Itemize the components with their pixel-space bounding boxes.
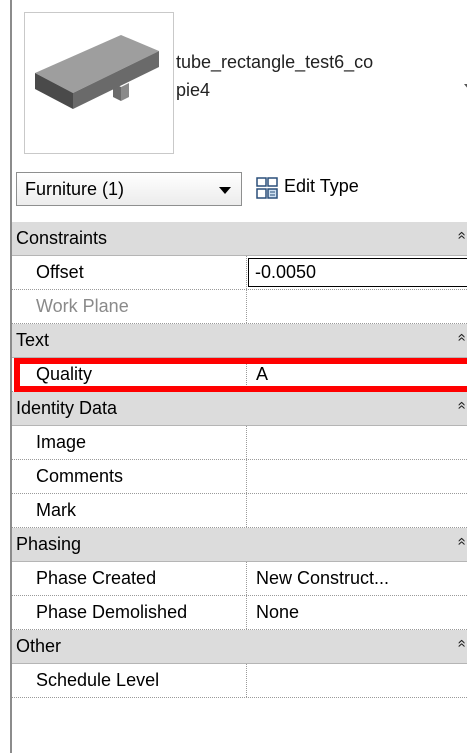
- group-text[interactable]: Text »: [12, 324, 467, 358]
- instance-filter-row: Furniture (1) Edit Type: [12, 166, 467, 212]
- category-filter-dropdown[interactable]: Furniture (1): [16, 172, 242, 206]
- column-divider: [246, 562, 247, 595]
- property-row-image[interactable]: Image: [12, 426, 467, 460]
- collapse-icon[interactable]: »: [452, 639, 467, 647]
- group-phasing[interactable]: Phasing »: [12, 528, 467, 562]
- properties-palette: tube_rectangle_test6_co pie4 Furniture (…: [10, 0, 467, 753]
- chevron-down-icon: [219, 187, 231, 194]
- collapse-icon[interactable]: »: [452, 333, 467, 341]
- property-row-phase-created[interactable]: Phase Created New Construct...: [12, 562, 467, 596]
- property-row-quality[interactable]: Quality A: [12, 358, 467, 392]
- property-name: Schedule Level: [36, 670, 160, 690]
- property-value[interactable]: A: [256, 364, 268, 385]
- column-divider: [246, 358, 247, 391]
- family-type-name: tube_rectangle_test6_co pie4: [176, 48, 373, 104]
- column-divider: [246, 256, 247, 289]
- column-divider: [246, 290, 247, 323]
- property-name: Work Plane: [36, 296, 129, 316]
- property-row-offset[interactable]: Offset -0.0050: [12, 256, 467, 290]
- property-value[interactable]: New Construct...: [256, 568, 389, 589]
- property-name: Mark: [36, 500, 76, 520]
- type-selector[interactable]: tube_rectangle_test6_co pie4: [12, 0, 467, 160]
- column-divider: [246, 460, 247, 493]
- property-row-comments[interactable]: Comments: [12, 460, 467, 494]
- property-name: Offset: [36, 262, 84, 282]
- group-other[interactable]: Other »: [12, 630, 467, 664]
- furniture-preview-icon: [35, 35, 159, 109]
- property-grid: Constraints » Offset -0.0050 Work Plane …: [12, 222, 467, 698]
- family-preview-thumbnail: [24, 12, 174, 154]
- property-name: Phase Demolished: [36, 602, 188, 622]
- column-divider: [246, 596, 247, 629]
- group-identity-data[interactable]: Identity Data »: [12, 392, 467, 426]
- category-filter-label: Furniture (1): [25, 179, 125, 199]
- group-label: Phasing: [16, 534, 82, 554]
- offset-value-input[interactable]: -0.0050: [248, 258, 467, 287]
- group-constraints[interactable]: Constraints »: [12, 222, 467, 256]
- column-divider: [246, 664, 247, 697]
- column-divider: [246, 426, 247, 459]
- collapse-icon[interactable]: »: [452, 231, 467, 239]
- property-name: Phase Created: [36, 568, 157, 588]
- offset-value: -0.0050: [255, 262, 317, 282]
- group-label: Constraints: [16, 228, 108, 248]
- group-label: Text: [16, 330, 50, 350]
- property-name: Quality: [36, 364, 93, 384]
- group-label: Identity Data: [16, 398, 118, 418]
- property-name: Comments: [36, 466, 124, 486]
- family-type-name-line2: pie4: [176, 80, 211, 100]
- property-row-work-plane[interactable]: Work Plane: [12, 290, 467, 324]
- edit-type-icon: [256, 177, 278, 199]
- collapse-icon[interactable]: »: [452, 537, 467, 545]
- property-row-phase-demolished[interactable]: Phase Demolished None: [12, 596, 467, 630]
- edit-type-label: Edit Type: [284, 176, 359, 196]
- property-name: Image: [36, 432, 87, 452]
- property-row-schedule-level[interactable]: Schedule Level: [12, 664, 467, 698]
- group-label: Other: [16, 636, 62, 656]
- property-value[interactable]: None: [256, 602, 299, 623]
- column-divider: [246, 494, 247, 527]
- family-type-name-line1: tube_rectangle_test6_co: [176, 52, 374, 72]
- collapse-icon[interactable]: »: [452, 401, 467, 409]
- property-row-mark[interactable]: Mark: [12, 494, 467, 528]
